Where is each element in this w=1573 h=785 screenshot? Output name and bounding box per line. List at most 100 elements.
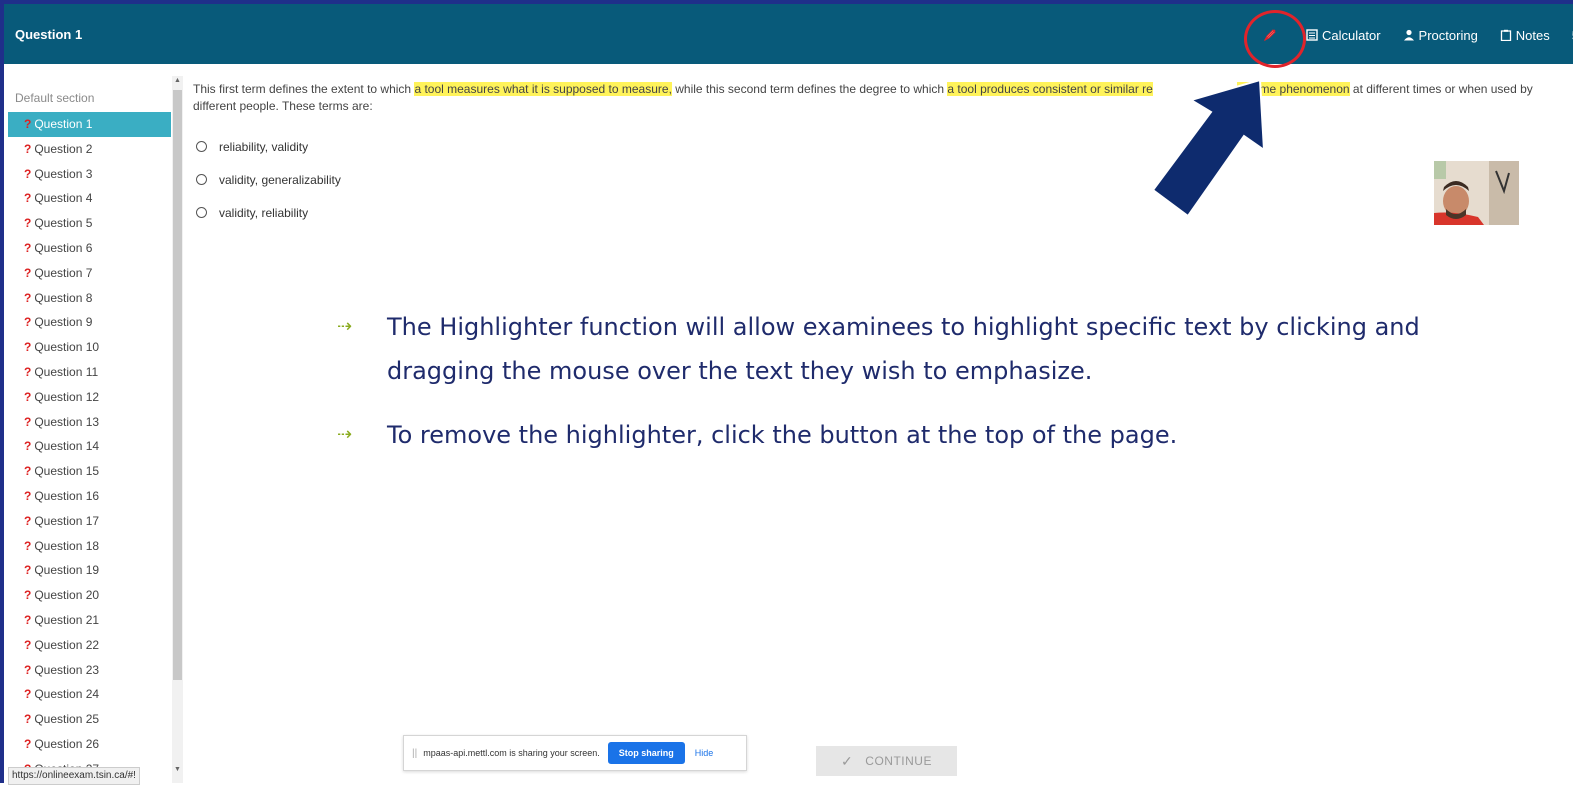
answer-option[interactable]: validity, generalizability	[196, 163, 341, 196]
hide-banner-link[interactable]: Hide	[695, 748, 714, 758]
callout-arrow	[1151, 78, 1266, 218]
sidebar-question-item[interactable]: ? Question 19	[8, 558, 171, 583]
option-label: validity, generalizability	[219, 172, 341, 187]
question-label: Question 22	[34, 637, 100, 652]
answer-option[interactable]: validity, reliability	[196, 196, 341, 229]
unanswered-mark-icon: ?	[24, 563, 32, 578]
annotation-notes: ⇢ The Highlighter function will allow ex…	[337, 305, 1457, 477]
question-label: Question 24	[34, 687, 100, 702]
sidebar-question-item[interactable]: ? Question 4	[8, 186, 171, 211]
sidebar-question-item[interactable]: ? Question 21	[8, 608, 171, 633]
question-text: This first term defines the extent to wh…	[193, 81, 1553, 115]
question-label: Question 15	[34, 464, 100, 479]
question-label: Question 16	[34, 488, 100, 503]
share-message: mpaas-api.mettl.com is sharing your scre…	[423, 748, 600, 758]
calculator-icon	[1306, 29, 1318, 41]
radio-button[interactable]	[196, 174, 207, 185]
sidebar-question-item[interactable]: ? Question 12	[8, 385, 171, 410]
unanswered-mark-icon: ?	[24, 216, 32, 231]
sidebar-question-item[interactable]: ? Question 5	[8, 211, 171, 236]
radio-button[interactable]	[196, 141, 207, 152]
sidebar-question-item[interactable]: ? Question 6	[8, 236, 171, 261]
radio-button[interactable]	[196, 207, 207, 218]
question-label: Question 19	[34, 563, 100, 578]
question-label: Question 26	[34, 736, 100, 751]
unanswered-mark-icon: ?	[24, 439, 32, 454]
status-url: https://onlineexam.tsin.ca/#!	[8, 767, 140, 785]
sidebar-question-item[interactable]: ? Question 8	[8, 286, 171, 311]
sidebar-question-item[interactable]: ? Question 16	[8, 484, 171, 509]
question-label: Question 13	[34, 414, 100, 429]
highlight-2: a tool produces consistent or similar re	[947, 82, 1153, 96]
unanswered-mark-icon: ?	[24, 389, 32, 404]
answer-option[interactable]: reliability, validity	[196, 130, 341, 163]
stop-sharing-button[interactable]: Stop sharing	[607, 742, 685, 764]
scroll-up-arrow-icon[interactable]: ▲	[174, 77, 181, 84]
sidebar-question-item[interactable]: ? Question 9	[8, 310, 171, 335]
question-label: Question 11	[34, 364, 99, 379]
sidebar-question-item[interactable]: ? Question 13	[8, 410, 171, 435]
unanswered-mark-icon: ?	[24, 513, 32, 528]
sidebar-question-item[interactable]: ? Question 2	[8, 137, 171, 162]
header-bar: Question 1 Calculator Proctoring Notes	[4, 4, 1573, 64]
sidebar-question-item[interactable]: ? Question 18	[8, 534, 171, 559]
sidebar-question-item[interactable]: ? Question 14	[8, 434, 171, 459]
proctoring-label: Proctoring	[1418, 27, 1478, 43]
scroll-down-arrow-icon[interactable]: ▼	[174, 766, 181, 773]
question-label: Question 2	[34, 141, 93, 156]
sidebar-question-item[interactable]: ? Question 10	[8, 335, 171, 360]
unanswered-mark-icon: ?	[24, 240, 32, 255]
question-text-part2: while this second term defines the degre…	[671, 82, 948, 96]
sidebar-question-item[interactable]: ? Question 20	[8, 583, 171, 608]
continue-label: CONTINUE	[865, 754, 932, 768]
unanswered-mark-icon: ?	[24, 538, 32, 553]
question-label: Question 4	[34, 191, 93, 206]
question-label: Question 10	[34, 340, 100, 355]
annotation-text: To remove the highlighter, click the but…	[387, 421, 1178, 449]
user-icon	[1403, 29, 1414, 41]
answer-options: reliability, validity validity, generali…	[196, 130, 341, 229]
calculator-button[interactable]: Calculator	[1306, 28, 1381, 43]
scrollbar-thumb[interactable]	[173, 90, 182, 680]
sidebar-question-item[interactable]: ? Question 26	[8, 732, 171, 757]
sidebar-question-item[interactable]: ? Question 17	[8, 509, 171, 534]
annotation-bullet: ⇢ To remove the highlighter, click the b…	[337, 413, 1457, 457]
unanswered-mark-icon: ?	[24, 340, 32, 355]
question-label: Question 14	[34, 439, 100, 454]
sidebar-question-item[interactable]: ? Question 11	[8, 360, 171, 385]
drag-handle-icon[interactable]: ||	[412, 748, 417, 759]
question-list: ? Question 1? Question 2? Question 3? Questi…	[8, 112, 171, 782]
question-label: Question 1	[34, 117, 93, 131]
sidebar-question-item[interactable]: ? Question 25	[8, 707, 171, 732]
unanswered-mark-icon: ?	[24, 414, 32, 429]
unanswered-mark-icon: ?	[24, 488, 32, 503]
continue-button[interactable]: ✓ CONTINUE	[816, 746, 957, 776]
highlighter-callout-circle	[1244, 10, 1306, 68]
unanswered-mark-icon: ?	[24, 464, 32, 479]
question-label: Question 12	[34, 389, 100, 404]
unanswered-mark-icon: ?	[24, 364, 32, 379]
sidebar-question-item[interactable]: ? Question 3	[8, 162, 171, 187]
unanswered-mark-icon: ?	[24, 588, 32, 603]
unanswered-mark-icon: ?	[24, 687, 32, 702]
sidebar-question-item[interactable]: ? Question 1	[8, 112, 171, 137]
sidebar-question-item[interactable]: ? Question 7	[8, 261, 171, 286]
sidebar-scrollbar[interactable]: ▲ ▼	[172, 76, 183, 783]
clipboard-icon	[1500, 29, 1511, 41]
toolbar: Calculator Proctoring Notes 5	[1262, 27, 1573, 43]
unanswered-mark-icon: ?	[24, 712, 32, 727]
sidebar-question-item[interactable]: ? Question 15	[8, 459, 171, 484]
notes-button[interactable]: Notes	[1500, 28, 1550, 43]
sidebar-question-item[interactable]: ? Question 23	[8, 658, 171, 683]
question-title: Question 1	[15, 27, 83, 42]
question-label: Question 9	[34, 315, 93, 330]
sidebar-question-item[interactable]: ? Question 24	[8, 682, 171, 707]
question-label: Question 21	[34, 612, 100, 627]
sidebar-question-item[interactable]: ? Question 22	[8, 633, 171, 658]
dashed-arrow-icon: ⇢	[337, 424, 353, 445]
question-label: Question 3	[34, 166, 93, 181]
highlight-1: a tool measures what it is supposed to m…	[414, 82, 672, 96]
unanswered-mark-icon: ?	[24, 265, 32, 280]
proctoring-button[interactable]: Proctoring	[1403, 28, 1478, 43]
unanswered-mark-icon: ?	[24, 117, 32, 131]
